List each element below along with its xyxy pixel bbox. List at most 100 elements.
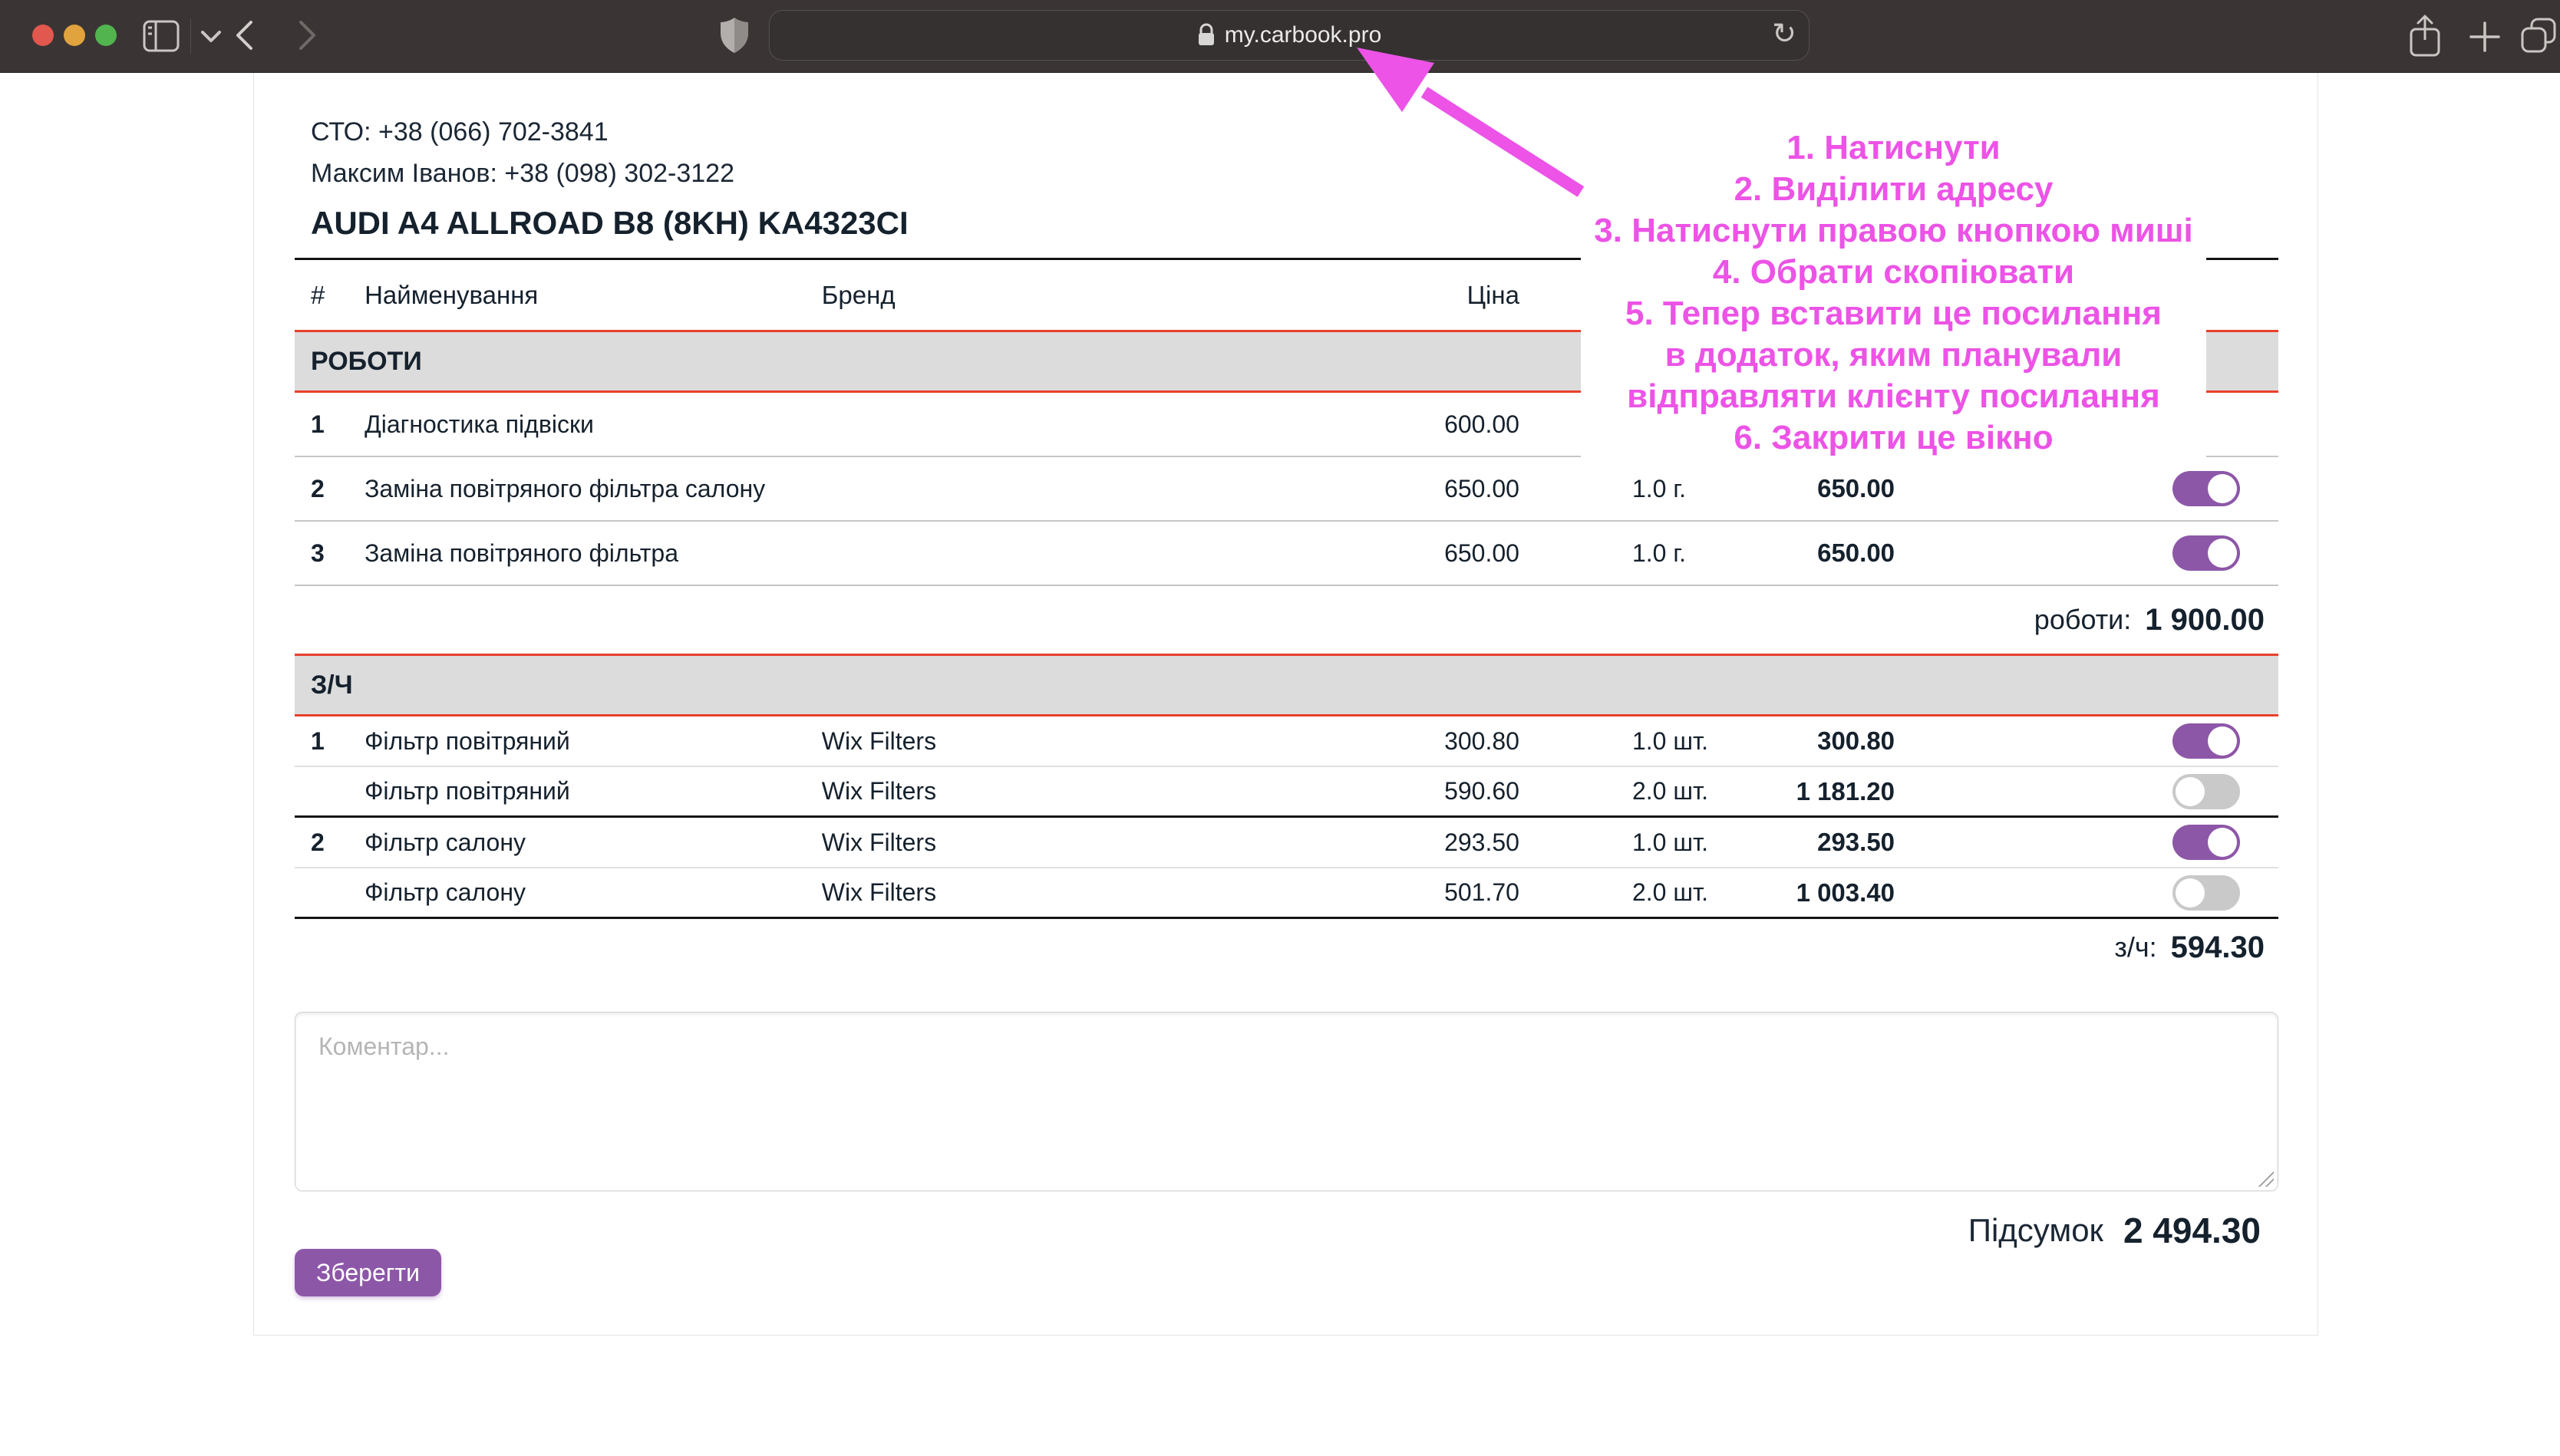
toggle-cell bbox=[1895, 723, 2278, 759]
comment-area-wrapper bbox=[295, 1012, 2278, 1191]
toggle-cell bbox=[1895, 825, 2278, 860]
row-toggle[interactable] bbox=[2172, 471, 2241, 506]
item-quantity: 1.0 г. bbox=[1631, 539, 1686, 567]
toggle-cell bbox=[1895, 773, 2278, 809]
item-quantity: 2.0 шт. bbox=[1631, 878, 1708, 906]
item-price: 590.60 bbox=[1444, 777, 1519, 805]
col-header-brand: Бренд bbox=[821, 280, 896, 309]
annotation-line: 5. Тепер вставити це посилання bbox=[1625, 294, 2162, 332]
row-number: 1 bbox=[311, 726, 325, 755]
item-quantity: 2.0 шт. bbox=[1631, 777, 1708, 805]
works-total-label: роботи: bbox=[2034, 604, 2132, 635]
item-quantity: 1.0 г. bbox=[1631, 474, 1686, 502]
toggle-knob bbox=[2208, 828, 2238, 857]
annotation-line: 3. Натиснути правою кнопкою миші bbox=[1594, 211, 2193, 249]
item-name: Заміна повітряного фільтра bbox=[365, 539, 678, 567]
item-name: Фільтр повітряний bbox=[365, 726, 570, 755]
item-name: Фільтр повітряний bbox=[365, 777, 570, 805]
vehicle-title: AUDI A4 ALLROAD B8 (8KH) KA4323CI bbox=[311, 205, 909, 241]
forward-button[interactable] bbox=[298, 20, 318, 51]
row-toggle[interactable] bbox=[2172, 723, 2241, 759]
item-sum: 1 181.20 bbox=[1796, 776, 1895, 805]
item-brand: Wix Filters bbox=[821, 878, 937, 906]
summary-line: Підсумок 2 494.30 bbox=[1968, 1210, 2261, 1251]
item-name: Діагностика підвіски bbox=[365, 410, 594, 438]
sidebar-toggle-icon[interactable] bbox=[143, 20, 180, 52]
parts-rows: 1 Фільтр повітряний Wix Filters 300.80 1.0 ш… bbox=[295, 716, 2278, 919]
row-number: 2 bbox=[311, 474, 325, 502]
works-total-value: 1 900.00 bbox=[2145, 602, 2265, 637]
table-row: Фільтр салону Wix Filters 501.70 2.0 шт. 1 0… bbox=[295, 868, 2278, 919]
col-header-price: Ціна bbox=[1466, 280, 1519, 309]
table-row: 2 Заміна повітряного фільтра салону 650.00… bbox=[295, 457, 2278, 522]
item-price: 650.00 bbox=[1444, 539, 1519, 567]
zoom-window-button[interactable] bbox=[95, 25, 117, 46]
table-row: 1 Фільтр повітряний Wix Filters 300.80 1.0 ш… bbox=[295, 716, 2278, 767]
item-name: Фільтр салону bbox=[365, 828, 526, 856]
annotation-line: відправляти клієнту посилання bbox=[1627, 377, 2160, 415]
section-header-parts: З/Ч bbox=[295, 654, 2278, 716]
item-name: Фільтр салону bbox=[365, 878, 526, 906]
row-number: 3 bbox=[311, 539, 325, 567]
annotation-line: 4. Обрати скопіювати bbox=[1712, 252, 2075, 291]
summary-label: Підсумок bbox=[1968, 1212, 2103, 1248]
chevron-down-icon[interactable] bbox=[201, 31, 221, 43]
close-window-button[interactable] bbox=[32, 25, 54, 46]
address-bar[interactable]: my.carbook.pro ↻ bbox=[769, 10, 1809, 61]
toggle-cell bbox=[1895, 535, 2278, 571]
back-button[interactable] bbox=[234, 20, 254, 51]
privacy-shield-icon[interactable] bbox=[720, 17, 749, 54]
save-button[interactable]: Зберегти bbox=[295, 1249, 441, 1296]
lock-icon bbox=[1198, 23, 1214, 45]
toggle-knob bbox=[2176, 878, 2205, 908]
item-sum: 293.50 bbox=[1817, 828, 1895, 856]
toggle-cell bbox=[1895, 875, 2278, 911]
table-row: Фільтр повітряний Wix Filters 590.60 2.0 шт… bbox=[295, 767, 2278, 818]
new-tab-plus-icon[interactable] bbox=[2469, 21, 2500, 52]
row-number: 1 bbox=[311, 410, 325, 438]
toggle-knob bbox=[2208, 539, 2238, 568]
item-price: 600.00 bbox=[1444, 410, 1519, 438]
tab-overview-icon[interactable] bbox=[2520, 17, 2557, 54]
annotation-line: 6. Закрити це вікно bbox=[1734, 418, 2054, 456]
browser-toolbar: my.carbook.pro ↻ bbox=[0, 0, 2560, 73]
parts-total-line: з/ч: 594.30 bbox=[295, 919, 2278, 976]
table-row: 3 Заміна повітряного фільтра 650.00 1.0 г. 6… bbox=[295, 522, 2278, 586]
col-header-num: # bbox=[311, 280, 325, 309]
annotation-note: 1. Натиснути 2. Виділити адресу 3. Натисну… bbox=[1581, 125, 2206, 460]
item-quantity: 1.0 шт. bbox=[1631, 828, 1708, 856]
row-toggle[interactable] bbox=[2172, 773, 2241, 809]
reload-icon[interactable]: ↻ bbox=[1772, 19, 1796, 48]
item-brand: Wix Filters bbox=[821, 828, 937, 856]
table-row: 2 Фільтр салону Wix Filters 293.50 1.0 шт. 29… bbox=[295, 818, 2278, 868]
item-brand: Wix Filters bbox=[821, 777, 937, 805]
url-text: my.carbook.pro bbox=[1224, 22, 1382, 48]
row-toggle[interactable] bbox=[2172, 825, 2241, 860]
parts-total-label: з/ч: bbox=[2114, 931, 2157, 963]
item-sum: 650.00 bbox=[1817, 474, 1895, 502]
col-header-name: Найменування bbox=[365, 280, 539, 309]
summary-value: 2 494.30 bbox=[2123, 1211, 2261, 1250]
toggle-cell bbox=[1895, 471, 2278, 506]
parts-total-value: 594.30 bbox=[2170, 930, 2265, 964]
works-total-line: роботи: 1 900.00 bbox=[295, 586, 2278, 654]
row-toggle[interactable] bbox=[2172, 535, 2241, 571]
item-sum: 650.00 bbox=[1817, 539, 1895, 567]
sto-phone: СТО: +38 (066) 702-3841 bbox=[311, 117, 609, 147]
item-price: 293.50 bbox=[1444, 828, 1519, 856]
toggle-knob bbox=[2208, 474, 2238, 503]
item-price: 501.70 bbox=[1444, 878, 1519, 906]
item-sum: 300.80 bbox=[1817, 726, 1895, 755]
manager-phone: Максим Іванов: +38 (098) 302-3122 bbox=[311, 159, 734, 188]
item-brand: Wix Filters bbox=[821, 726, 937, 755]
item-sum: 1 003.40 bbox=[1796, 878, 1895, 907]
annotation-line: 1. Натиснути bbox=[1786, 128, 2001, 166]
item-price: 300.80 bbox=[1444, 726, 1519, 755]
row-toggle[interactable] bbox=[2172, 875, 2241, 911]
traffic-lights bbox=[32, 25, 117, 46]
minimize-window-button[interactable] bbox=[64, 25, 85, 46]
item-price: 650.00 bbox=[1444, 474, 1519, 502]
annotation-line: 2. Виділити адресу bbox=[1734, 170, 2054, 208]
share-icon[interactable] bbox=[2408, 14, 2442, 58]
comment-input[interactable] bbox=[295, 1012, 2278, 1191]
